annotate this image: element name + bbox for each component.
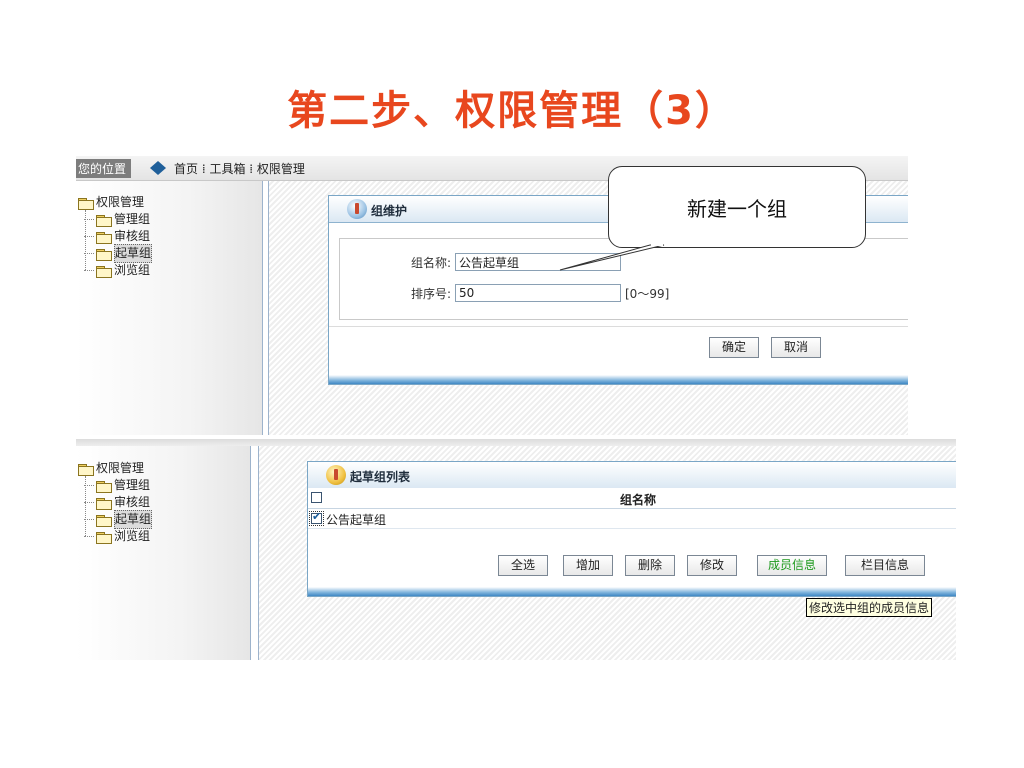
button-bar bbox=[329, 326, 908, 367]
tree-item-label: 审核组 bbox=[114, 229, 151, 243]
members-tooltip: 修改选中组的成员信息 bbox=[806, 598, 933, 617]
callout-bubble: 新建一个组 bbox=[608, 166, 866, 248]
folder-icon bbox=[96, 480, 112, 493]
folder-icon bbox=[78, 463, 94, 476]
panel-title: 起草组列表 bbox=[350, 470, 411, 484]
tree-root-label: 权限管理 bbox=[96, 195, 145, 209]
tree-root-label: 权限管理 bbox=[96, 461, 145, 475]
folder-icon bbox=[96, 248, 112, 261]
folder-icon bbox=[96, 497, 112, 510]
folder-icon bbox=[96, 214, 112, 227]
order-range-hint: [0～99] bbox=[625, 286, 670, 301]
folder-icon bbox=[96, 265, 112, 278]
callout-text: 新建一个组 bbox=[687, 197, 787, 221]
panel-footer bbox=[308, 587, 956, 596]
row-checkbox[interactable] bbox=[309, 510, 324, 526]
tree-item-browse[interactable]: 浏览组 bbox=[78, 528, 152, 545]
edit-button[interactable]: 修改 bbox=[687, 555, 737, 576]
sidebar-divider bbox=[250, 446, 251, 660]
slide-title: 第二步、权限管理（3） bbox=[287, 88, 737, 134]
tree-item-review[interactable]: 审核组 bbox=[78, 494, 152, 511]
tree-item-label: 浏览组 bbox=[114, 263, 151, 277]
permission-tree: 权限管理 管理组 审核组 起草组 浏览组 bbox=[78, 194, 153, 279]
folder-icon bbox=[96, 231, 112, 244]
group-list-screenshot: 权限管理 管理组 审核组 起草组 浏览组 起草组列表 组名称 ✔ 公告起草组 全… bbox=[76, 439, 956, 660]
tree-item-admin[interactable]: 管理组 bbox=[78, 477, 152, 494]
tree-item-label: 起草组 bbox=[114, 510, 153, 529]
members-button[interactable]: 成员信息 bbox=[757, 555, 827, 576]
form-body bbox=[339, 238, 908, 320]
order-row: 排序号: [0～99] bbox=[389, 284, 669, 302]
panel-footer bbox=[329, 375, 908, 384]
order-input[interactable] bbox=[455, 284, 621, 302]
folder-icon bbox=[96, 531, 112, 544]
tree-item-review[interactable]: 审核组 bbox=[78, 228, 152, 245]
delete-button[interactable]: 删除 bbox=[625, 555, 675, 576]
tree-item-draft[interactable]: 起草组 bbox=[78, 510, 153, 529]
group-name-label: 组名称: bbox=[410, 255, 451, 270]
tools-icon bbox=[347, 199, 367, 219]
location-label: 您的位置 bbox=[76, 159, 132, 178]
folder-panel-icon bbox=[326, 465, 346, 485]
tree-root[interactable]: 权限管理 bbox=[78, 460, 152, 477]
columns-button[interactable]: 栏目信息 bbox=[845, 555, 925, 576]
order-label: 排序号: bbox=[410, 286, 451, 301]
tree-item-browse[interactable]: 浏览组 bbox=[78, 262, 152, 279]
cancel-button[interactable]: 取消 bbox=[771, 337, 821, 358]
column-header-group-name: 组名称 bbox=[619, 493, 656, 507]
breadcrumb: 首页 ⁞ 工具箱 ⁞ 权限管理 bbox=[174, 162, 305, 176]
tree-item-draft[interactable]: 起草组 bbox=[78, 244, 153, 263]
tree-item-admin[interactable]: 管理组 bbox=[78, 211, 152, 228]
tree-root[interactable]: 权限管理 bbox=[78, 194, 152, 211]
group-name-row: 组名称: bbox=[389, 253, 621, 271]
group-name-cell: 公告起草组 bbox=[326, 513, 387, 527]
tree-item-label: 管理组 bbox=[114, 212, 151, 226]
table-row[interactable]: 公告起草组 bbox=[308, 509, 956, 529]
select-all-button[interactable]: 全选 bbox=[498, 555, 548, 576]
folder-icon bbox=[78, 197, 94, 210]
add-button[interactable]: 增加 bbox=[563, 555, 613, 576]
tree-item-label: 浏览组 bbox=[114, 529, 151, 543]
panel-title: 组维护 bbox=[371, 204, 408, 218]
permission-tree: 权限管理 管理组 审核组 起草组 浏览组 bbox=[78, 460, 153, 545]
tree-item-label: 审核组 bbox=[114, 495, 151, 509]
table-header: 组名称 bbox=[308, 488, 956, 509]
collapsed-location-bar bbox=[76, 439, 956, 446]
folder-icon bbox=[96, 514, 112, 527]
tree-item-label: 起草组 bbox=[114, 244, 153, 263]
panel-header: 起草组列表 bbox=[308, 462, 956, 489]
ok-button[interactable]: 确定 bbox=[709, 337, 759, 358]
group-list-panel: 起草组列表 组名称 公告起草组 全选 增加 删除 修改 成员信息 栏目信息 bbox=[307, 461, 956, 597]
location-arrow-icon bbox=[150, 161, 166, 175]
tree-item-label: 管理组 bbox=[114, 478, 151, 492]
sidebar-divider bbox=[262, 181, 263, 435]
group-name-input[interactable] bbox=[455, 253, 621, 271]
